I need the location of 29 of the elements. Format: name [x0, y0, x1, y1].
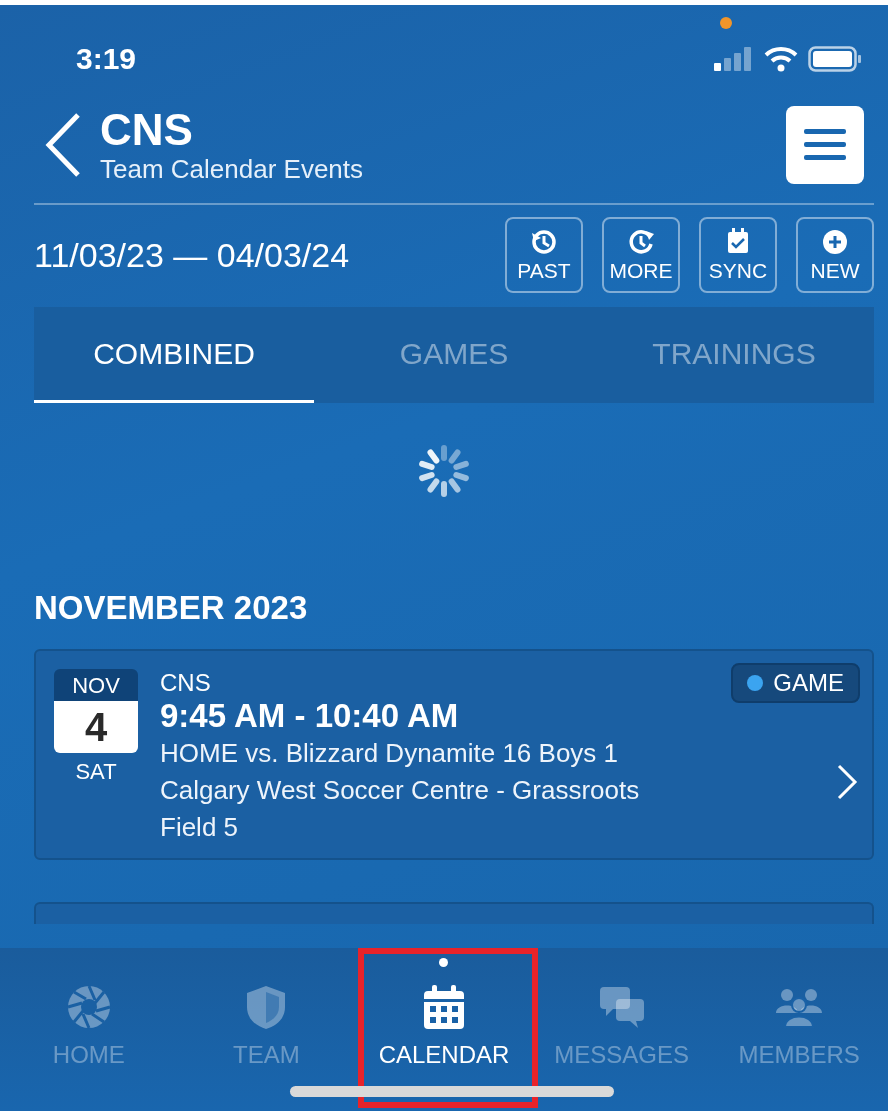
new-icon [820, 227, 850, 257]
team-title: CNS [100, 105, 193, 154]
tag-label: GAME [773, 669, 844, 697]
battery-icon [808, 46, 862, 72]
month-heading: NOVEMBER 2023 [34, 589, 309, 627]
past-icon [529, 227, 559, 257]
event-time: 9:45 AM - 10:40 AM [160, 697, 459, 735]
more-button[interactable]: MORE [602, 217, 680, 293]
event-detail: Calgary West Soccer Centre - Grassroots [160, 774, 640, 807]
filter-tab[interactable]: COMBINED [34, 307, 314, 403]
back-button[interactable] [44, 112, 82, 178]
event-detail: Field 5 [160, 811, 239, 844]
date-range: 11/03/23 — 04/03/24 [34, 235, 350, 275]
past-button[interactable]: PAST [505, 217, 583, 293]
event-team: CNS [160, 669, 211, 697]
event-detail: HOME vs. Blizzard Dynamite 16 Boys 1 [160, 737, 619, 770]
menu-icon [804, 129, 846, 161]
new-button[interactable]: NEW [796, 217, 874, 293]
menu-button[interactable] [786, 106, 864, 184]
status-time: 3:19 [76, 42, 137, 76]
wifi-icon [764, 46, 798, 72]
chevron-icon [836, 763, 858, 801]
date-weekday: SAT [75, 759, 117, 785]
page-subtitle: Team Calendar Events [100, 153, 364, 185]
event-card[interactable]: NOV 4 SAT CNS 9:45 AM - 10:40 AM HOME vs. Blizzard Dynamite 16 Boys 1 Calgary West Soccer Centre - Grassroots Field 5 GAME [34, 649, 874, 860]
date-day: 4 [54, 701, 138, 753]
date-month: NOV [54, 669, 138, 701]
signal-icon [714, 47, 754, 71]
sync-button[interactable]: SYNC [699, 217, 777, 293]
